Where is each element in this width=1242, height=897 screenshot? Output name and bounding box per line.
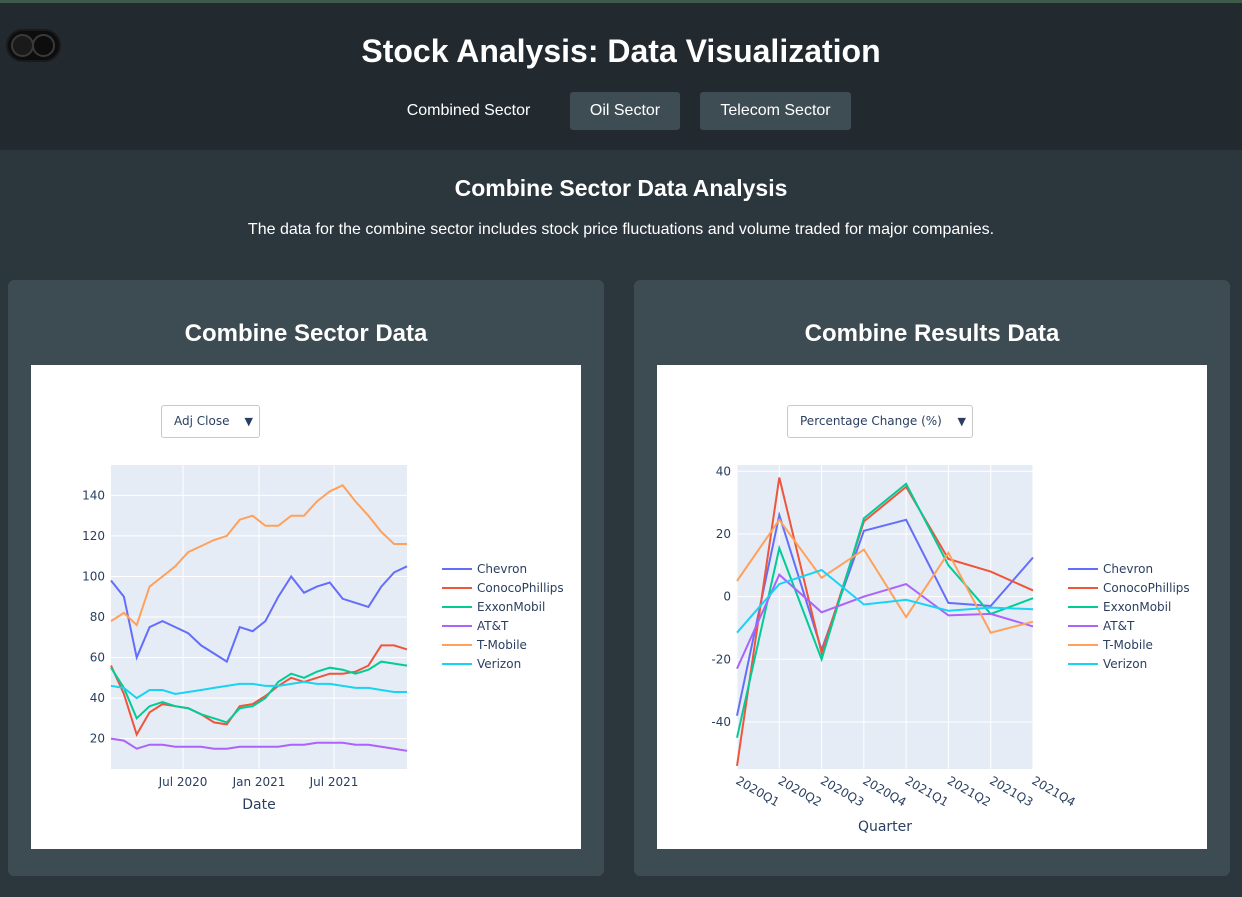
y-tick-label: -20 [711, 652, 731, 666]
x-tick-label: 2021Q3 [987, 773, 1035, 809]
page-title: Stock Analysis: Data Visualization [361, 33, 881, 69]
x-tick-label: Jul 2021 [309, 775, 359, 789]
y-tick-label: 20 [90, 732, 105, 746]
section-title: Combine Sector Data Analysis [454, 175, 788, 201]
y-tick-label: -40 [711, 715, 731, 729]
x-axis-title: Quarter [858, 819, 912, 835]
legend-item: T-Mobile [476, 638, 527, 652]
legend-item: Verizon [1103, 657, 1147, 671]
card-title: Combine Sector Data [184, 320, 428, 347]
x-tick-label: Jan 2021 [232, 775, 286, 789]
combine-sector-data-card: Combine Sector Data Adj Close ▼ 20 40 60 80… [8, 280, 604, 876]
results-plot: Percentage Change (%) ▼ -40 -20 0 20 40 2020Q… [657, 365, 1207, 849]
price-line-chart: 20 40 60 80 100 120 140 Jul 2020 Jan 2021 Jul 202… [82, 465, 564, 813]
legend-item: Verizon [477, 657, 521, 671]
sector-tabs: Combined Sector Oil Sector Telecom Secto… [0, 92, 1242, 130]
x-tick-label: 2020Q3 [818, 773, 866, 809]
tab-oil-sector[interactable]: Oil Sector [570, 92, 680, 130]
legend-item: Chevron [1103, 562, 1153, 576]
y-tick-label: 80 [90, 610, 105, 624]
section-description: The data for the combine sector includes… [247, 221, 995, 238]
x-tick-label: 2020Q4 [860, 773, 908, 809]
legend-item: ConocoPhillips [477, 581, 564, 595]
tab-combined-sector[interactable]: Combined Sector [391, 92, 546, 130]
app-header: Stock Analysis: Data Visualization Combi… [0, 3, 1242, 150]
legend-item: ExxonMobil [1103, 600, 1171, 614]
x-tick-label: 2020Q1 [734, 773, 782, 809]
legend-item: T-Mobile [1102, 638, 1153, 652]
x-tick-label: Jul 2020 [158, 775, 208, 789]
legend-item: AT&T [477, 619, 509, 633]
y-tick-label: 40 [716, 464, 731, 478]
legend-item: Chevron [477, 562, 527, 576]
sector-price-plot: Adj Close ▼ 20 40 60 80 100 120 140 Jul 2020 Jan… [31, 365, 581, 849]
y-tick-label: 0 [723, 590, 731, 604]
x-tick-label: 2021Q4 [1030, 773, 1078, 809]
plot-area [737, 465, 1033, 769]
dropdown-arrow-icon: ▼ [244, 415, 253, 428]
tab-telecom-sector[interactable]: Telecom Sector [700, 92, 851, 130]
dropdown-value: Percentage Change (%) [800, 414, 942, 428]
y-tick-label: 40 [90, 691, 105, 705]
legend-item: AT&T [1103, 619, 1135, 633]
legend-item: ConocoPhillips [1103, 581, 1190, 595]
x-tick-label: 2020Q2 [776, 773, 824, 809]
x-tick-label: 2021Q1 [903, 773, 951, 809]
y-tick-label: 140 [82, 488, 105, 502]
y-tick-label: 100 [82, 569, 105, 583]
dropdown-arrow-icon: ▼ [957, 415, 966, 428]
y-tick-label: 120 [82, 529, 105, 543]
results-metric-dropdown[interactable]: Percentage Change (%) ▼ [787, 405, 973, 438]
y-tick-label: 60 [90, 651, 105, 665]
y-tick-label: 20 [716, 527, 731, 541]
x-axis-title: Date [242, 797, 275, 813]
x-tick-label: 2021Q2 [945, 773, 993, 809]
metric-dropdown[interactable]: Adj Close ▼ [161, 405, 260, 438]
dropdown-value: Adj Close [174, 414, 230, 428]
legend-item: ExxonMobil [477, 600, 545, 614]
combine-results-data-card: Combine Results Data Percentage Change (… [634, 280, 1230, 876]
card-title: Combine Results Data [804, 320, 1060, 347]
